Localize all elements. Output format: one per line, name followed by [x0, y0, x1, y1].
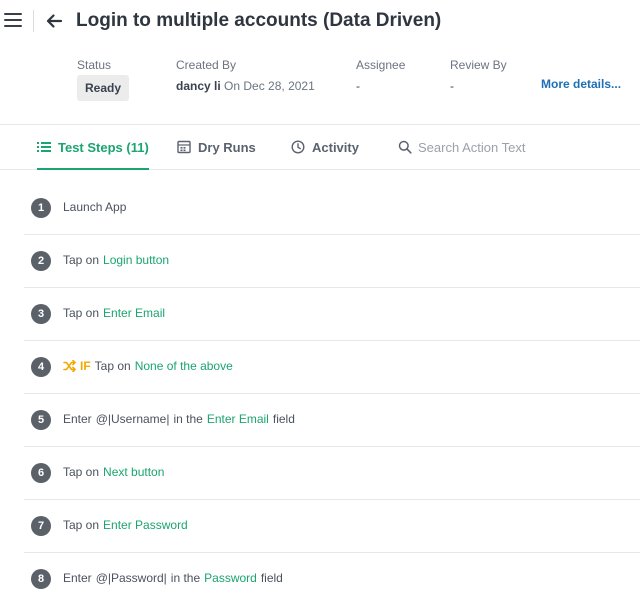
- step-text: Launch App: [63, 200, 126, 214]
- step-target[interactable]: Enter Email: [207, 412, 269, 426]
- step-action: Launch App: [63, 200, 127, 214]
- step-connector: in the: [170, 571, 201, 585]
- step-number: 1: [31, 198, 51, 218]
- tab-bar: Test Steps (11) Dry Runs Activity: [0, 124, 640, 170]
- step-number: 2: [31, 251, 51, 271]
- tab-test-steps[interactable]: Test Steps (11): [37, 125, 149, 170]
- list-icon: [37, 142, 51, 152]
- step-target[interactable]: Password: [204, 571, 257, 585]
- step-text: Tap on Enter Email: [63, 306, 165, 320]
- test-step[interactable]: 1 Launch App: [24, 182, 640, 235]
- step-action: Tap on: [63, 253, 100, 267]
- step-text: Enter @|Username| in the Enter Email field: [63, 412, 295, 426]
- tab-label: Test Steps (11): [58, 139, 149, 155]
- status-badge: Ready: [77, 75, 129, 101]
- step-text: Tap on Login button: [63, 253, 169, 267]
- search-input[interactable]: [412, 139, 568, 155]
- step-text: IF Tap on None of the above: [63, 359, 233, 373]
- step-target[interactable]: Enter Password: [103, 518, 188, 532]
- step-number: 7: [31, 516, 51, 536]
- step-action: Tap on: [94, 359, 131, 373]
- tab-dry-runs[interactable]: Dry Runs: [177, 125, 256, 169]
- hamburger-menu-icon[interactable]: [4, 13, 22, 29]
- step-target[interactable]: Enter Email: [103, 306, 165, 320]
- step-number: 4: [31, 357, 51, 377]
- calendar-grid-icon: [177, 140, 191, 154]
- search-box: [398, 125, 568, 169]
- back-arrow-icon[interactable]: [45, 12, 63, 30]
- step-text: Tap on Enter Password: [63, 518, 188, 532]
- step-text: Tap on Next button: [63, 465, 164, 479]
- step-action: Enter: [63, 412, 92, 426]
- created-by-label: Created By: [176, 58, 237, 72]
- step-parameter: @|Password|: [95, 571, 167, 585]
- created-date: On Dec 28, 2021: [224, 79, 315, 93]
- test-step[interactable]: 7 Tap on Enter Password: [24, 500, 640, 553]
- creator-name: dancy li: [176, 79, 221, 93]
- top-bar: Login to multiple accounts (Data Driven): [0, 0, 640, 44]
- more-details-link[interactable]: More details...: [541, 77, 621, 91]
- step-connector: in the: [173, 412, 203, 426]
- step-suffix: field: [260, 571, 283, 585]
- divider: [33, 10, 34, 32]
- step-action: Enter: [63, 571, 92, 585]
- test-case-page: Login to multiple accounts (Data Driven)…: [0, 0, 640, 592]
- test-step[interactable]: 5 Enter @|Username| in the Enter Email field: [24, 394, 640, 447]
- step-number: 3: [31, 304, 51, 324]
- step-target[interactable]: Login button: [103, 253, 169, 267]
- test-step[interactable]: 8 Enter @|Password| in the Password field: [24, 553, 640, 592]
- test-step[interactable]: 4 IF Tap on None of the above: [24, 341, 640, 394]
- review-by-value: -: [450, 79, 454, 93]
- step-suffix: field: [272, 412, 295, 426]
- step-number: 8: [31, 569, 51, 589]
- test-steps-list: 1 Launch App 2 Tap on Login button 3 Tap …: [24, 182, 640, 592]
- assignee-label: Assignee: [356, 58, 406, 72]
- assignee-value: -: [356, 79, 360, 93]
- step-number: 6: [31, 463, 51, 483]
- step-action: Tap on: [63, 518, 100, 532]
- step-target[interactable]: Next button: [103, 465, 164, 479]
- tab-activity[interactable]: Activity: [291, 125, 359, 169]
- search-icon: [398, 140, 412, 154]
- step-text: Enter @|Password| in the Password field: [63, 571, 283, 585]
- step-target[interactable]: None of the above: [135, 359, 233, 373]
- step-action: Tap on: [63, 465, 100, 479]
- test-step[interactable]: 2 Tap on Login button: [24, 235, 640, 288]
- page-title: Login to multiple accounts (Data Driven): [76, 10, 442, 31]
- step-number: 5: [31, 410, 51, 430]
- test-step[interactable]: 6 Tap on Next button: [24, 447, 640, 500]
- review-by-label: Review By: [450, 58, 507, 72]
- shuffle-icon: [63, 360, 76, 372]
- tab-label: Activity: [312, 139, 359, 155]
- clock-icon: [291, 140, 305, 154]
- step-action: Tap on: [63, 306, 100, 320]
- status-label: Status: [77, 58, 112, 72]
- test-step[interactable]: 3 Tap on Enter Email: [24, 288, 640, 341]
- created-by-value: dancy li On Dec 28, 2021: [176, 79, 315, 93]
- tab-label: Dry Runs: [198, 139, 256, 155]
- condition-label: IF: [80, 359, 91, 373]
- step-parameter: @|Username|: [95, 412, 170, 426]
